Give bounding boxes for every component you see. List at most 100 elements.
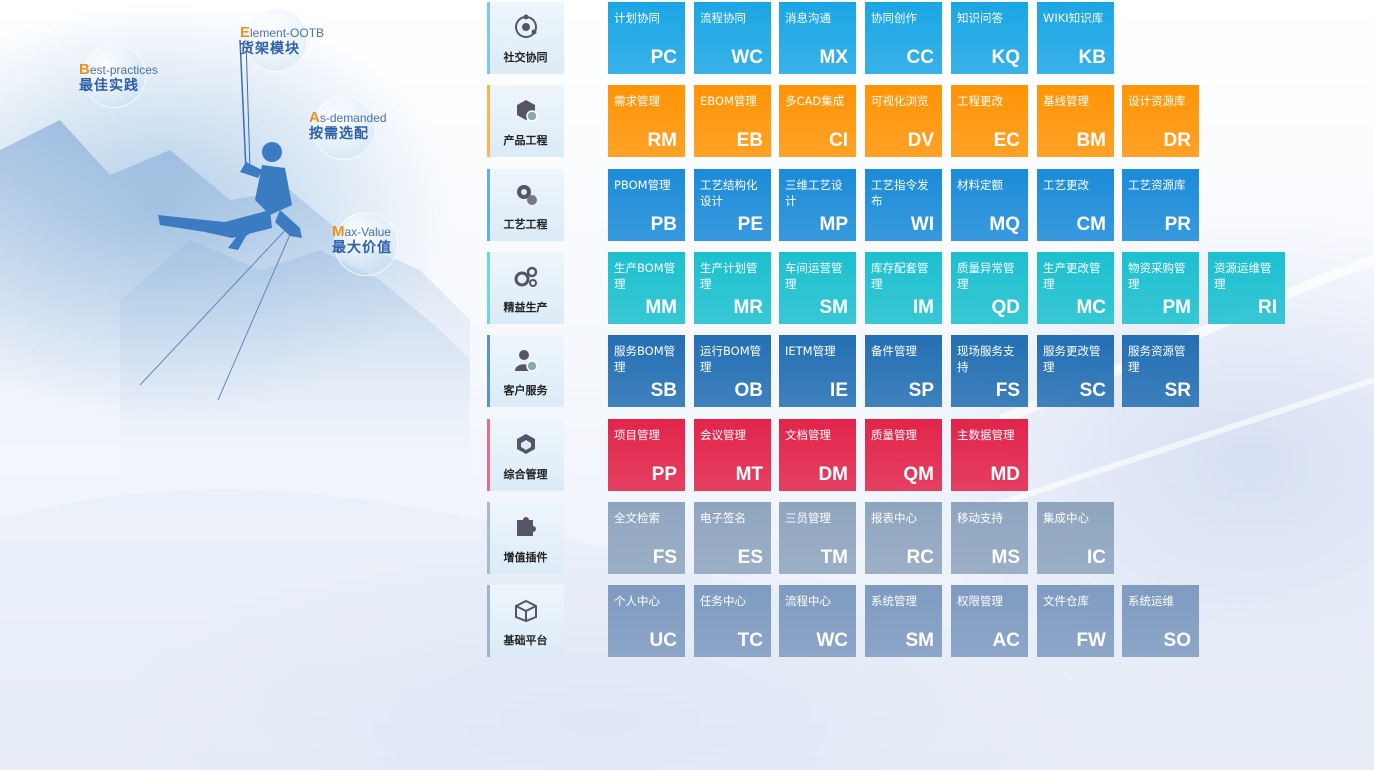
module-tile-kq[interactable]: 知识问答 KQ	[951, 2, 1028, 74]
module-tile-sr[interactable]: 服务资源管理 SR	[1122, 335, 1199, 407]
module-tile-pm[interactable]: 物资采购管理 PM	[1122, 252, 1199, 324]
module-tile-sm[interactable]: 系统管理 SM	[865, 585, 942, 657]
module-abbr: PP	[651, 464, 677, 485]
module-name: WIKI知识库	[1043, 11, 1104, 25]
module-abbr: MX	[819, 47, 849, 68]
module-tile-fw[interactable]: 文件仓库 FW	[1037, 585, 1114, 657]
module-tile-ri[interactable]: 资源运维管理 RI	[1208, 252, 1285, 324]
module-tile-pc[interactable]: 计划协同 PC	[608, 2, 685, 74]
module-name: 主数据管理	[957, 428, 1015, 442]
row-label-4[interactable]: 客户服务	[487, 335, 564, 407]
module-abbr: CC	[906, 47, 934, 68]
module-name: 文件仓库	[1043, 594, 1089, 608]
module-tile-qd[interactable]: 质量异常管理 QD	[951, 252, 1028, 324]
module-abbr: MQ	[989, 214, 1020, 235]
module-tile-rc[interactable]: 报表中心 RC	[865, 502, 942, 574]
module-tile-sc[interactable]: 服务更改管理 SC	[1037, 335, 1114, 407]
module-tile-kb[interactable]: WIKI知识库 KB	[1037, 2, 1114, 74]
module-tile-mt[interactable]: 会议管理 MT	[694, 419, 771, 491]
module-tile-pe[interactable]: 工艺结构化设计 PE	[694, 169, 771, 241]
tag-max-value: Max-Value 最大价值	[332, 223, 392, 256]
module-tile-cc[interactable]: 协同创作 CC	[865, 2, 942, 74]
base-platform-icon	[513, 597, 539, 623]
module-tile-so[interactable]: 系统运维 SO	[1122, 585, 1199, 657]
row-label-5[interactable]: 综合管理	[487, 419, 564, 491]
module-abbr: PR	[1164, 214, 1191, 235]
module-tile-dv[interactable]: 可视化浏览 DV	[865, 85, 942, 157]
module-tile-es[interactable]: 电子签名 ES	[694, 502, 771, 574]
module-abbr: PM	[1162, 297, 1192, 318]
module-tile-fs[interactable]: 现场服务支持 FS	[951, 335, 1028, 407]
module-abbr: QD	[991, 297, 1021, 318]
module-tile-fs[interactable]: 全文检索 FS	[608, 502, 685, 574]
row-label-text: 基础平台	[503, 634, 548, 647]
customer-service-icon	[513, 347, 539, 373]
module-tile-rm[interactable]: 需求管理 RM	[608, 85, 685, 157]
module-tile-wi[interactable]: 工艺指令发布 WI	[865, 169, 942, 241]
module-name: 工艺结构化设计	[700, 178, 758, 208]
row-label-6[interactable]: 增值插件	[487, 502, 564, 574]
module-tile-wc[interactable]: 流程协同 WC	[694, 2, 771, 74]
module-abbr: MD	[990, 464, 1020, 485]
module-abbr: DR	[1163, 130, 1191, 151]
module-tile-qm[interactable]: 质量管理 QM	[865, 419, 942, 491]
module-tile-ac[interactable]: 权限管理 AC	[951, 585, 1028, 657]
row-label-text: 精益生产	[503, 301, 548, 314]
module-tile-dr[interactable]: 设计资源库 DR	[1122, 85, 1199, 157]
module-name: 知识问答	[957, 11, 1003, 25]
module-name: 集成中心	[1043, 511, 1089, 525]
module-tile-uc[interactable]: 个人中心 UC	[608, 585, 685, 657]
module-name: IETM管理	[785, 344, 836, 358]
module-tile-sp[interactable]: 备件管理 SP	[865, 335, 942, 407]
module-tile-mp[interactable]: 三维工艺设计 MP	[779, 169, 856, 241]
module-name: 移动支持	[957, 511, 1003, 525]
module-tile-ms[interactable]: 移动支持 MS	[951, 502, 1028, 574]
row-label-0[interactable]: 社交协同	[487, 2, 564, 74]
module-abbr: IM	[912, 297, 934, 318]
module-tile-tc[interactable]: 任务中心 TC	[694, 585, 771, 657]
module-tile-mx[interactable]: 消息沟通 MX	[779, 2, 856, 74]
module-tile-ci[interactable]: 多CAD集成 CI	[779, 85, 856, 157]
module-tile-ob[interactable]: 运行BOM管理 OB	[694, 335, 771, 407]
module-tile-im[interactable]: 库存配套管理 IM	[865, 252, 942, 324]
module-name: 设计资源库	[1128, 94, 1186, 108]
row-label-7[interactable]: 基础平台	[487, 585, 564, 657]
module-tile-eb[interactable]: EBOM管理 EB	[694, 85, 771, 157]
module-tile-sb[interactable]: 服务BOM管理 SB	[608, 335, 685, 407]
module-name: 文档管理	[785, 428, 831, 442]
module-tile-bm[interactable]: 基线管理 BM	[1037, 85, 1114, 157]
module-tile-dm[interactable]: 文档管理 DM	[779, 419, 856, 491]
module-abbr: MT	[735, 464, 763, 485]
module-tile-mc[interactable]: 生产更改管理 MC	[1037, 252, 1114, 324]
module-tile-wc[interactable]: 流程中心 WC	[779, 585, 856, 657]
module-tile-md[interactable]: 主数据管理 MD	[951, 419, 1028, 491]
module-abbr: SC	[1079, 380, 1106, 401]
module-tile-sm[interactable]: 车间运营管理 SM	[779, 252, 856, 324]
module-name: 权限管理	[957, 594, 1003, 608]
module-tile-pp[interactable]: 项目管理 PP	[608, 419, 685, 491]
module-name: 材料定额	[957, 178, 1003, 192]
process-engineering-icon	[513, 181, 539, 207]
module-name: PBOM管理	[614, 178, 671, 192]
module-tile-ie[interactable]: IETM管理 IE	[779, 335, 856, 407]
module-tile-cm[interactable]: 工艺更改 CM	[1037, 169, 1114, 241]
module-tile-mm[interactable]: 生产BOM管理 MM	[608, 252, 685, 324]
module-abbr: RI	[1258, 297, 1277, 318]
module-name: 运行BOM管理	[700, 344, 762, 374]
module-abbr: TC	[737, 630, 763, 651]
module-abbr: WC	[816, 630, 848, 651]
module-name: 全文检索	[614, 511, 660, 525]
module-name: 质量管理	[871, 428, 917, 442]
row-label-2[interactable]: 工艺工程	[487, 169, 564, 241]
module-tile-mq[interactable]: 材料定额 MQ	[951, 169, 1028, 241]
module-abbr: DV	[907, 130, 934, 151]
module-tile-pr[interactable]: 工艺资源库 PR	[1122, 169, 1199, 241]
module-tile-ic[interactable]: 集成中心 IC	[1037, 502, 1114, 574]
module-tile-pb[interactable]: PBOM管理 PB	[608, 169, 685, 241]
module-tile-mr[interactable]: 生产计划管理 MR	[694, 252, 771, 324]
module-tile-ec[interactable]: 工程更改 EC	[951, 85, 1028, 157]
row-label-1[interactable]: 产品工程	[487, 85, 564, 157]
module-abbr: EB	[736, 130, 763, 151]
module-tile-tm[interactable]: 三员管理 TM	[779, 502, 856, 574]
row-label-3[interactable]: 精益生产	[487, 252, 564, 324]
